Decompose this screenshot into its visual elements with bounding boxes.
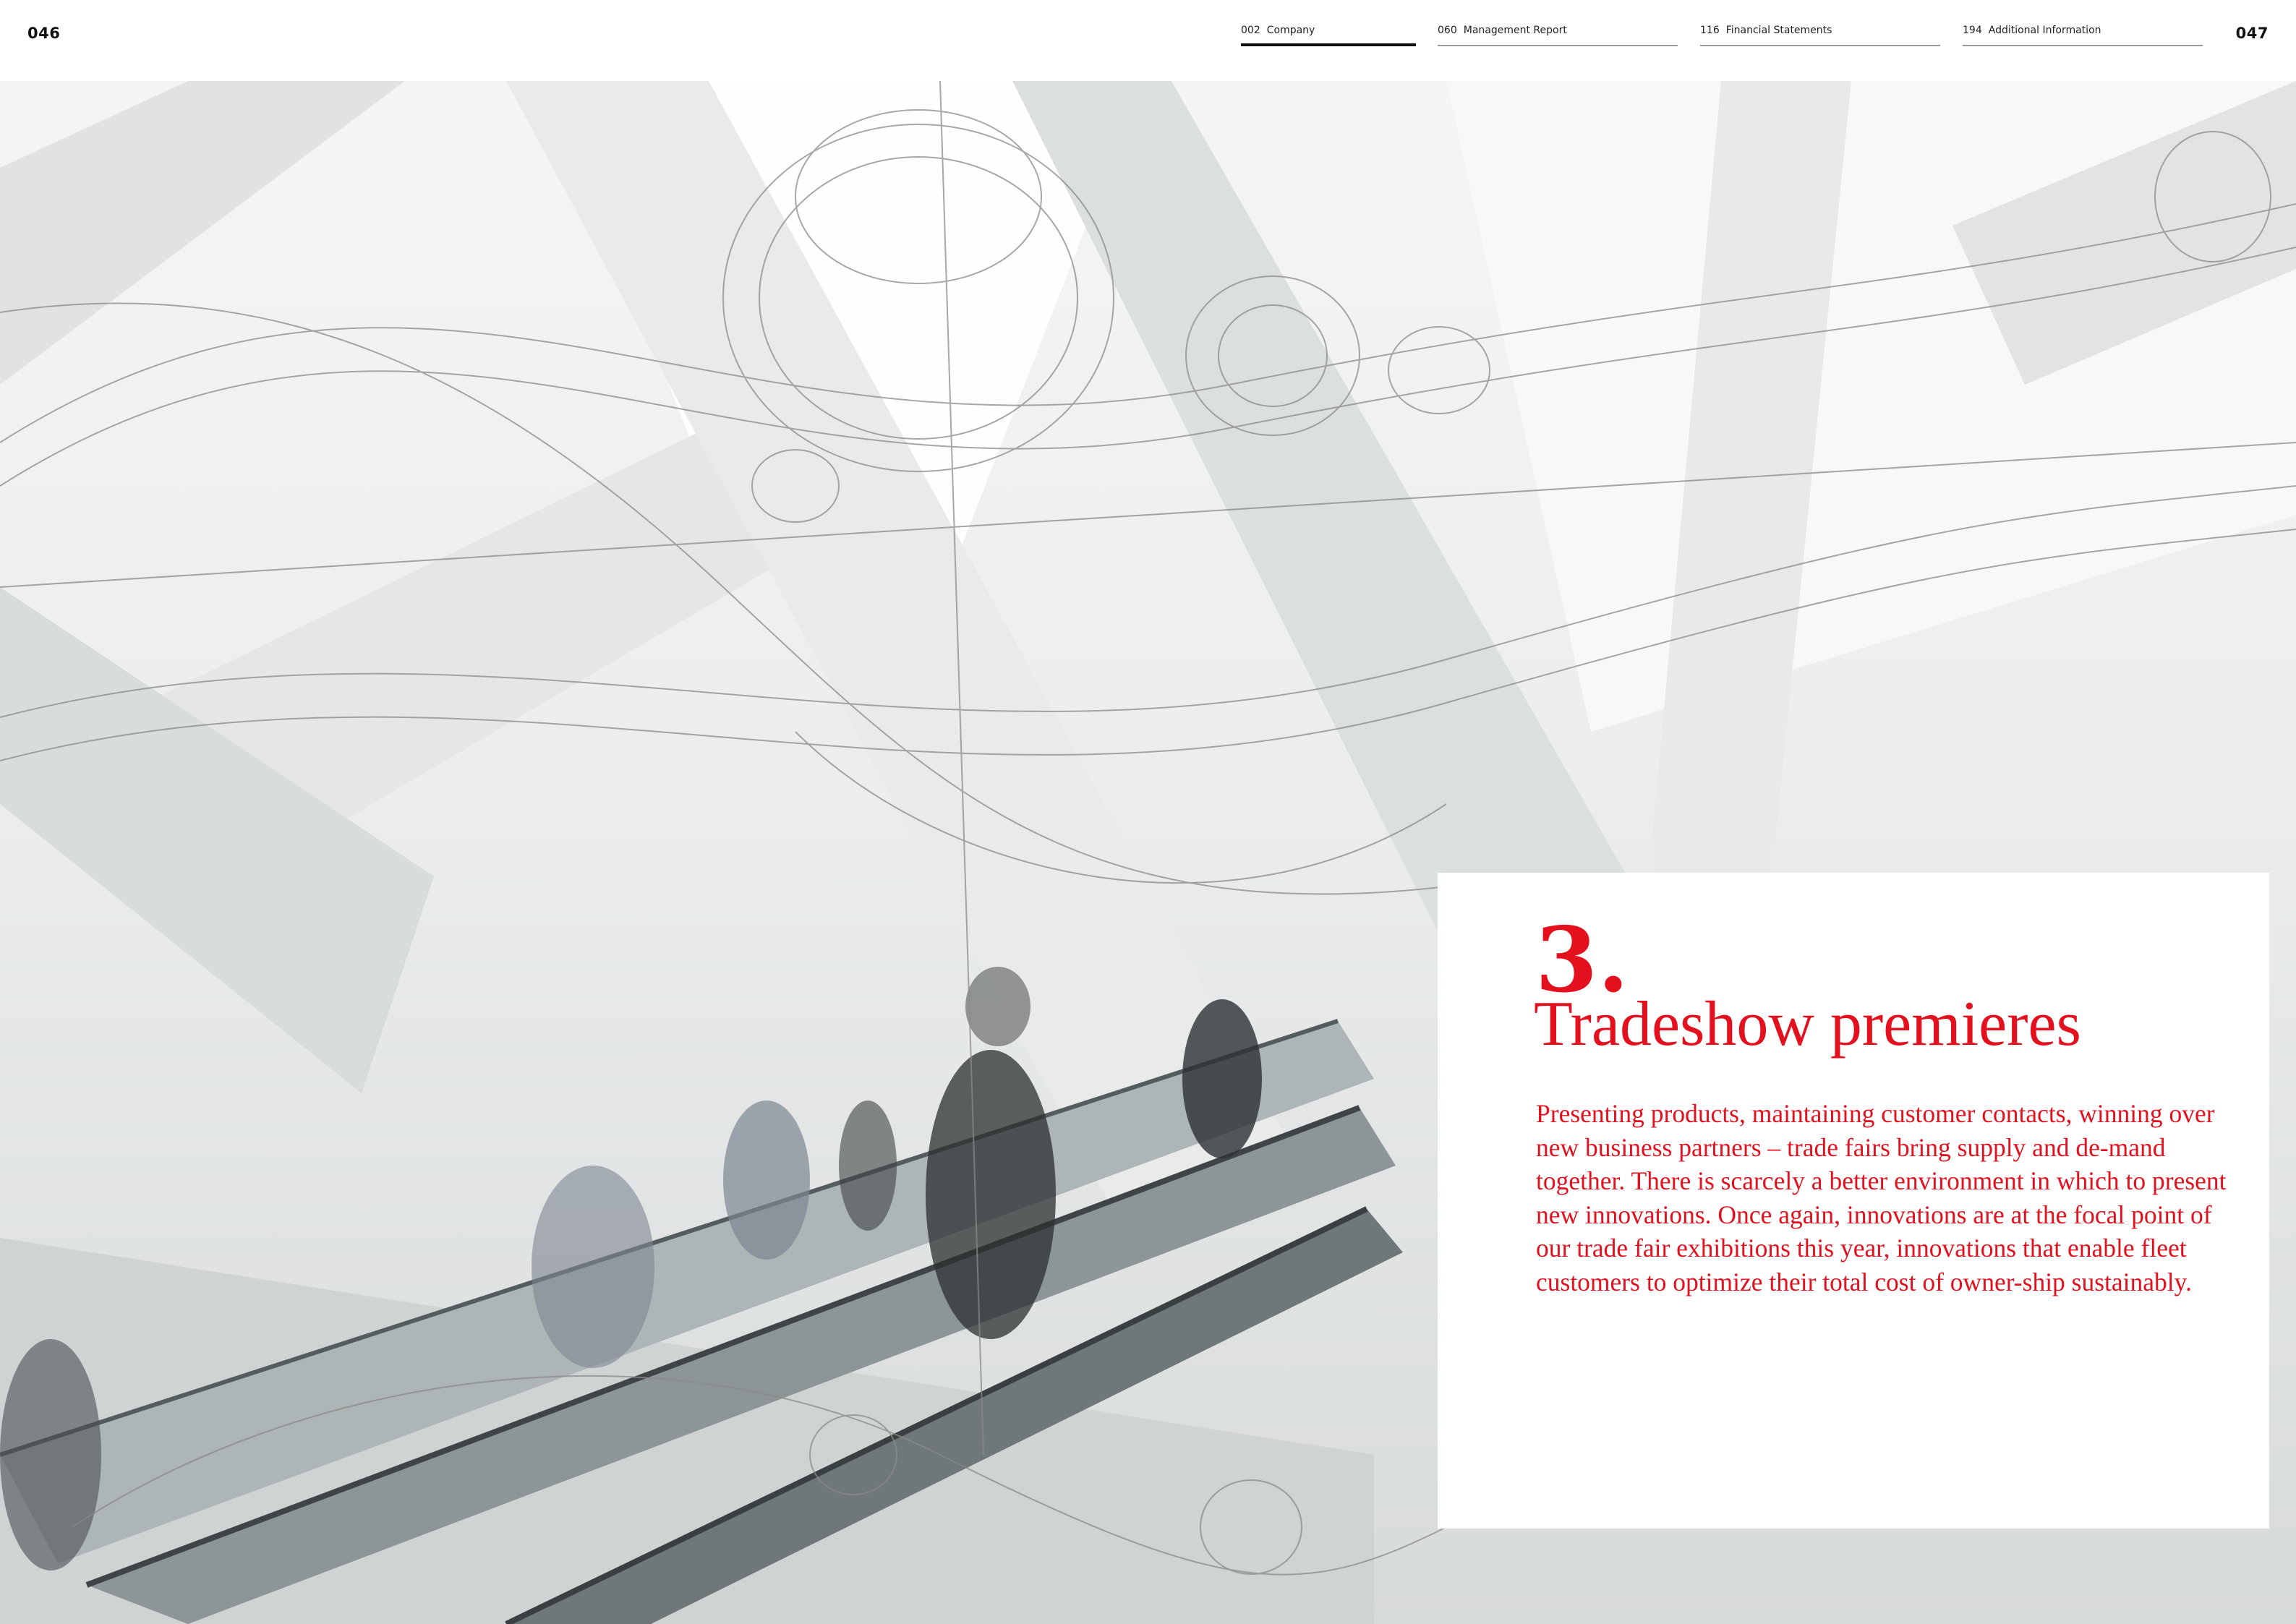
- tab-management-report[interactable]: 060 Management Report: [1438, 25, 1678, 46]
- page-number-left: 046: [27, 25, 61, 42]
- tab-label: Additional Information: [1988, 25, 2101, 36]
- section-title: Tradeshow premieres: [1534, 989, 2081, 1059]
- tab-label: Company: [1266, 25, 1315, 36]
- person-silhouette: [926, 1050, 1056, 1339]
- section-card: 3. Tradeshow premieres Presenting produc…: [1438, 873, 2269, 1529]
- page-header: 046 002 Company 060 Management Report 116 F…: [0, 0, 2296, 81]
- tab-label: Management Report: [1463, 25, 1567, 36]
- person-silhouette: [723, 1101, 810, 1260]
- page-number-right: 047: [2235, 25, 2269, 42]
- tab-number: 116: [1700, 25, 1720, 36]
- person-silhouette: [839, 1101, 897, 1231]
- person-silhouette: [965, 967, 1030, 1046]
- person-silhouette: [1182, 999, 1262, 1158]
- tab-additional-information[interactable]: 194 Additional Information: [1963, 25, 2203, 46]
- tab-number: 002: [1241, 25, 1260, 36]
- tab-number: 194: [1963, 25, 1982, 36]
- person-silhouette: [532, 1166, 654, 1368]
- tab-number: 060: [1438, 25, 1457, 36]
- person-silhouette: [0, 1339, 101, 1570]
- tab-financial-statements[interactable]: 116 Financial Statements: [1700, 25, 1940, 46]
- tab-company[interactable]: 002 Company: [1241, 25, 1416, 46]
- tab-label: Financial Statements: [1725, 25, 1832, 36]
- section-body: Presenting products, maintaining custome…: [1536, 1099, 2227, 1296]
- beam: [0, 81, 405, 385]
